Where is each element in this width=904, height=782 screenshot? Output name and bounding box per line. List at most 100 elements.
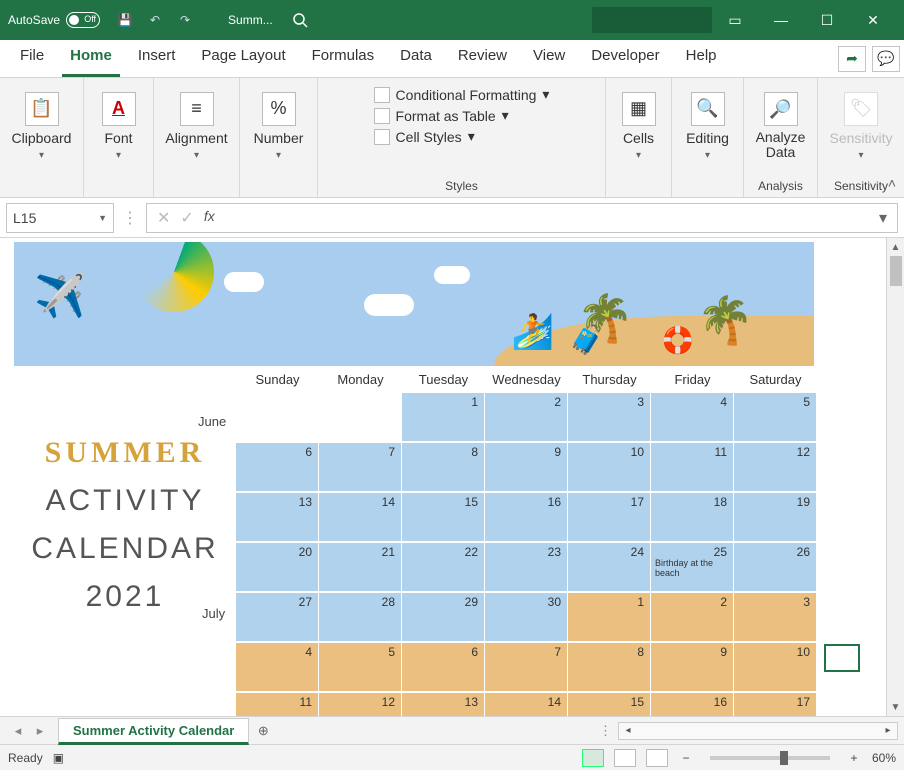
calendar-cell[interactable]: 13 xyxy=(402,693,484,716)
worksheet[interactable]: ✈️ 🌴 🌴 🏄 🧳 🛟 SUMMER ACTIVITY CALENDAR 20… xyxy=(0,238,886,716)
calendar-cell[interactable]: 7 xyxy=(485,643,567,691)
calendar-cell[interactable]: 1 xyxy=(568,593,650,641)
calendar-cell[interactable]: 1 xyxy=(402,393,484,441)
calendar-cell[interactable]: 27 xyxy=(236,593,318,641)
editing-button[interactable]: 🔍Editing▾ xyxy=(674,82,742,170)
view-normal-icon[interactable] xyxy=(582,749,604,767)
calendar-cell[interactable]: 24 xyxy=(568,543,650,591)
calendar-cell[interactable]: 16 xyxy=(651,693,733,716)
tab-page-layout[interactable]: Page Layout xyxy=(193,41,293,77)
tab-nav-next-icon[interactable]: ▸ xyxy=(30,721,50,741)
scroll-thumb[interactable] xyxy=(890,256,902,286)
document-name[interactable]: Summ... xyxy=(228,13,273,27)
calendar-cell[interactable]: 30 xyxy=(485,593,567,641)
scroll-right-icon[interactable]: ▸ xyxy=(879,723,897,739)
tab-view[interactable]: View xyxy=(525,41,573,77)
calendar-cell[interactable] xyxy=(319,393,401,441)
calendar-cell[interactable]: 8 xyxy=(568,643,650,691)
zoom-out-icon[interactable]: − xyxy=(678,751,694,765)
font-button[interactable]: AFont▾ xyxy=(85,82,153,170)
tab-file[interactable]: File xyxy=(12,41,52,77)
calendar-cell[interactable]: 20 xyxy=(236,543,318,591)
tab-data[interactable]: Data xyxy=(392,41,440,77)
calendar-cell[interactable]: 17 xyxy=(734,693,816,716)
view-page-layout-icon[interactable] xyxy=(614,749,636,767)
new-sheet-icon[interactable]: ⊕ xyxy=(249,723,277,739)
macro-record-icon[interactable]: ▣ xyxy=(53,751,64,765)
calendar-cell[interactable]: 6 xyxy=(236,443,318,491)
conditional-formatting-button[interactable]: Conditional Formatting ▾ xyxy=(374,86,550,103)
cancel-formula-icon[interactable]: ✕ xyxy=(157,208,170,228)
analyze-data-button[interactable]: 🔎Analyze Data xyxy=(747,82,815,170)
calendar-cell[interactable]: 14 xyxy=(319,493,401,541)
calendar-cell[interactable]: 12 xyxy=(319,693,401,716)
name-box[interactable]: L15 ▼ xyxy=(6,203,114,233)
calendar-cell[interactable]: 7 xyxy=(319,443,401,491)
calendar-cell[interactable]: 6 xyxy=(402,643,484,691)
expand-formula-icon[interactable]: ▾ xyxy=(875,208,891,228)
cell-styles-button[interactable]: Cell Styles ▾ xyxy=(374,128,550,145)
calendar-cell[interactable]: 5 xyxy=(734,393,816,441)
calendar-cell[interactable]: 18 xyxy=(651,493,733,541)
close-icon[interactable]: ✕ xyxy=(850,0,896,40)
tab-home[interactable]: Home xyxy=(62,41,120,77)
calendar-cell[interactable]: 9 xyxy=(485,443,567,491)
undo-icon[interactable]: ↶ xyxy=(140,6,170,34)
autosave-toggle[interactable]: Off xyxy=(66,12,100,28)
tab-formulas[interactable]: Formulas xyxy=(304,41,383,77)
scroll-up-icon[interactable]: ▲ xyxy=(887,238,904,256)
calendar-cell[interactable]: 29 xyxy=(402,593,484,641)
zoom-slider[interactable] xyxy=(710,756,830,760)
alignment-button[interactable]: ≡Alignment▾ xyxy=(163,82,231,170)
calendar-cell[interactable]: 10 xyxy=(734,643,816,691)
number-button[interactable]: %Number▾ xyxy=(245,82,313,170)
save-icon[interactable]: 💾 xyxy=(110,6,140,34)
zoom-level[interactable]: 60% xyxy=(872,751,896,765)
calendar-cell[interactable] xyxy=(236,393,318,441)
format-as-table-button[interactable]: Format as Table ▾ xyxy=(374,107,550,124)
collapse-ribbon-icon[interactable]: ˄ xyxy=(888,175,896,191)
calendar-cell[interactable]: 11 xyxy=(236,693,318,716)
tab-review[interactable]: Review xyxy=(450,41,515,77)
calendar-cell[interactable]: 22 xyxy=(402,543,484,591)
redo-icon[interactable]: ↷ xyxy=(170,6,200,34)
scroll-left-icon[interactable]: ◂ xyxy=(619,723,637,739)
calendar-cell[interactable]: 10 xyxy=(568,443,650,491)
enter-formula-icon[interactable]: ✓ xyxy=(180,208,193,228)
calendar-cell[interactable]: 3 xyxy=(568,393,650,441)
calendar-cell[interactable]: 15 xyxy=(402,493,484,541)
horizontal-scrollbar[interactable]: ◂ ▸ xyxy=(618,722,898,740)
calendar-cell[interactable]: 13 xyxy=(236,493,318,541)
calendar-cell[interactable]: 28 xyxy=(319,593,401,641)
calendar-grid[interactable]: June July SundayMondayTuesdayWednesdayTh… xyxy=(236,366,817,716)
calendar-cell[interactable]: 14 xyxy=(485,693,567,716)
calendar-cell[interactable]: 16 xyxy=(485,493,567,541)
calendar-cell[interactable]: 25Birthday at the beach xyxy=(651,543,733,591)
calendar-cell[interactable]: 26 xyxy=(734,543,816,591)
search-icon[interactable] xyxy=(287,7,313,33)
calendar-cell[interactable]: 19 xyxy=(734,493,816,541)
zoom-in-icon[interactable]: + xyxy=(846,751,862,765)
tab-split-icon[interactable]: ⋮ xyxy=(599,723,612,739)
vertical-scrollbar[interactable]: ▲ ▼ xyxy=(886,238,904,716)
account-avatar[interactable] xyxy=(592,7,712,33)
calendar-cell[interactable]: 9 xyxy=(651,643,733,691)
sheet-tab-active[interactable]: Summer Activity Calendar xyxy=(58,718,249,745)
calendar-cell[interactable]: 17 xyxy=(568,493,650,541)
calendar-cell[interactable]: 4 xyxy=(236,643,318,691)
tab-insert[interactable]: Insert xyxy=(130,41,184,77)
calendar-cell[interactable]: 2 xyxy=(651,593,733,641)
calendar-cell[interactable]: 21 xyxy=(319,543,401,591)
calendar-cell[interactable]: 12 xyxy=(734,443,816,491)
scroll-down-icon[interactable]: ▼ xyxy=(887,698,904,716)
comments-icon[interactable]: 💬 xyxy=(872,46,900,72)
calendar-cell[interactable]: 2 xyxy=(485,393,567,441)
view-page-break-icon[interactable] xyxy=(646,749,668,767)
tab-help[interactable]: Help xyxy=(678,41,725,77)
tab-developer[interactable]: Developer xyxy=(583,41,667,77)
calendar-cell[interactable]: 15 xyxy=(568,693,650,716)
tab-nav-prev-icon[interactable]: ◂ xyxy=(8,721,28,741)
ribbon-display-icon[interactable]: ▭ xyxy=(712,0,758,40)
calendar-cell[interactable]: 11 xyxy=(651,443,733,491)
fx-icon[interactable]: fx xyxy=(204,208,215,228)
